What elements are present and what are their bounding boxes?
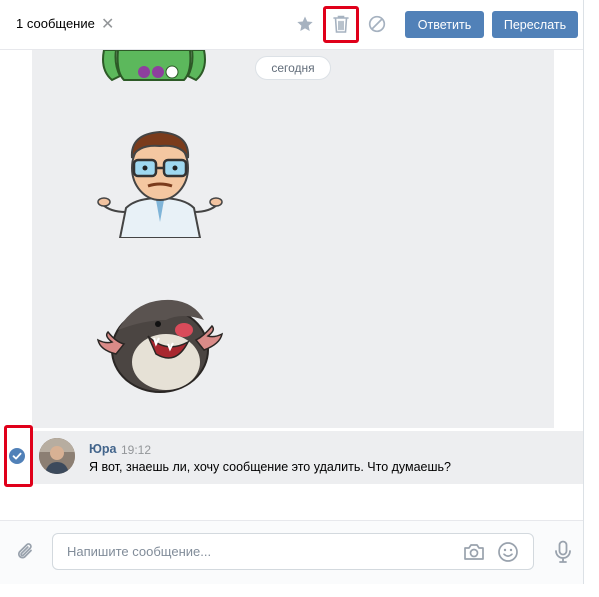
reply-button[interactable]: Ответить — [405, 11, 484, 38]
message-row-selected[interactable] — [32, 431, 583, 484]
selection-toolbar: 1 сообщение ✕ Ответить Переслать — [0, 0, 583, 50]
message-text: Я вот, знаешь ли, хочу сообщение это уда… — [89, 460, 452, 474]
message-input-field[interactable] — [65, 543, 449, 560]
block-icon[interactable] — [365, 12, 389, 36]
sticker-feed — [32, 50, 554, 428]
emoji-icon[interactable] — [496, 540, 520, 564]
check-highlight — [4, 425, 33, 487]
dialog-window: 1 сообщение ✕ Ответить Переслать сегодня… — [0, 0, 584, 584]
green-character-sticker[interactable] — [94, 50, 214, 91]
selected-count: 1 сообщение — [16, 16, 95, 31]
attach-icon[interactable] — [14, 540, 38, 564]
trash-highlight — [323, 6, 359, 43]
mole-shrug-sticker[interactable] — [96, 290, 224, 399]
message-time[interactable]: 19:12 — [121, 443, 151, 457]
forward-button[interactable]: Переслать — [492, 11, 578, 38]
date-separator: сегодня — [255, 56, 331, 80]
message-author[interactable]: Юра — [89, 442, 116, 456]
clear-selection-icon[interactable]: ✕ — [101, 14, 114, 34]
scientist-shrug-sticker[interactable] — [96, 126, 224, 243]
avatar[interactable] — [39, 438, 75, 474]
microphone-icon[interactable] — [551, 539, 575, 565]
camera-icon[interactable] — [462, 541, 486, 563]
star-icon[interactable] — [293, 12, 317, 36]
